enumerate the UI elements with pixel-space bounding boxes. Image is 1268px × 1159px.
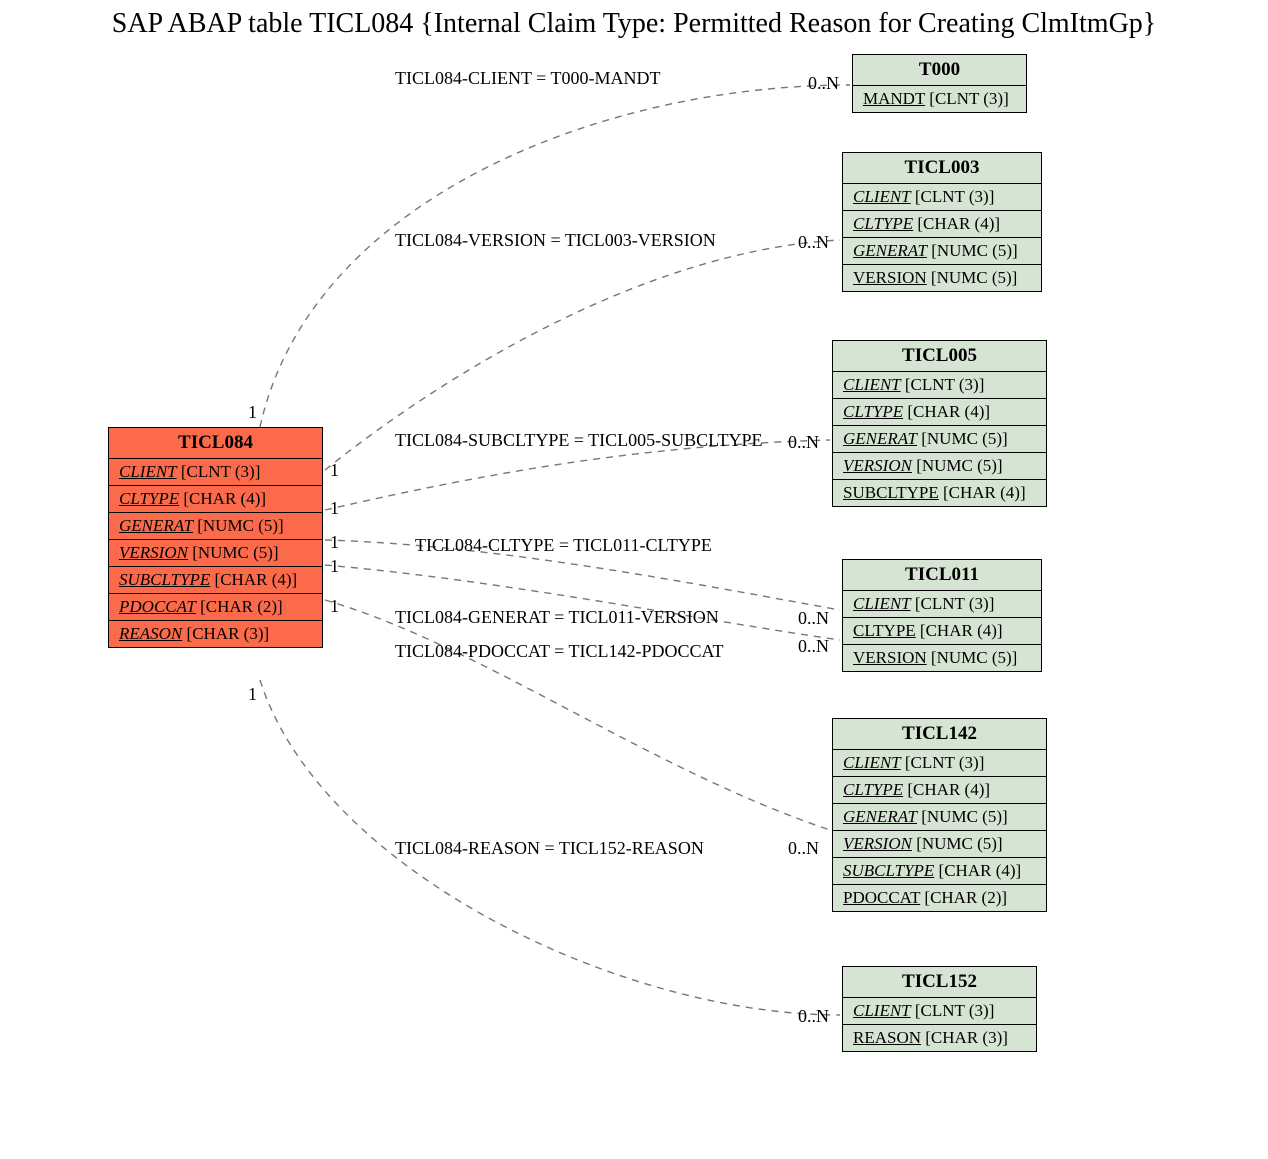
field-row: GENERAT [NUMC (5)] [843, 238, 1041, 265]
field-row: CLIENT [CLNT (3)] [109, 459, 322, 486]
edge-label: TICL084-PDOCCAT = TICL142-PDOCCAT [395, 641, 724, 662]
cardinality-right: 0..N [798, 232, 829, 253]
field-row: GENERAT [NUMC (5)] [109, 513, 322, 540]
field-row: CLIENT [CLNT (3)] [833, 750, 1046, 777]
cardinality-right: 0..N [798, 608, 829, 629]
field-row: CLTYPE [CHAR (4)] [833, 777, 1046, 804]
edge-label: TICL084-SUBCLTYPE = TICL005-SUBCLTYPE [395, 430, 763, 451]
cardinality-left: 1 [248, 402, 257, 423]
entity-ticl003: TICL003 CLIENT [CLNT (3)] CLTYPE [CHAR (… [842, 152, 1042, 292]
field-row: CLIENT [CLNT (3)] [843, 998, 1036, 1025]
field-row: VERSION [NUMC (5)] [843, 265, 1041, 291]
edge-label: TICL084-GENERAT = TICL011-VERSION [395, 607, 719, 628]
entity-ticl152: TICL152 CLIENT [CLNT (3)] REASON [CHAR (… [842, 966, 1037, 1052]
entity-header: TICL084 [109, 428, 322, 459]
field-row: CLTYPE [CHAR (4)] [843, 211, 1041, 238]
entity-header: TICL152 [843, 967, 1036, 998]
field-row: VERSION [NUMC (5)] [843, 645, 1041, 671]
field-row: CLIENT [CLNT (3)] [843, 184, 1041, 211]
entity-ticl142: TICL142 CLIENT [CLNT (3)] CLTYPE [CHAR (… [832, 718, 1047, 912]
edge-ticl142 [325, 600, 830, 830]
cardinality-right: 0..N [798, 636, 829, 657]
edge-label: TICL084-REASON = TICL152-REASON [395, 838, 704, 859]
field-row: CLTYPE [CHAR (4)] [109, 486, 322, 513]
field-row: PDOCCAT [CHAR (2)] [109, 594, 322, 621]
diagram-title: SAP ABAP table TICL084 {Internal Claim T… [0, 8, 1268, 40]
edge-label: TICL084-CLIENT = T000-MANDT [395, 68, 660, 89]
entity-header: T000 [853, 55, 1026, 86]
field-row: PDOCCAT [CHAR (2)] [833, 885, 1046, 911]
field-row: MANDT [CLNT (3)] [853, 86, 1026, 112]
field-row: VERSION [NUMC (5)] [109, 540, 322, 567]
cardinality-left: 1 [330, 532, 339, 553]
field-row: SUBCLTYPE [CHAR (4)] [833, 480, 1046, 506]
field-row: CLIENT [CLNT (3)] [843, 591, 1041, 618]
entity-ticl084: TICL084 CLIENT [CLNT (3)] CLTYPE [CHAR (… [108, 427, 323, 648]
field-row: CLTYPE [CHAR (4)] [843, 618, 1041, 645]
field-row: SUBCLTYPE [CHAR (4)] [833, 858, 1046, 885]
field-row: GENERAT [NUMC (5)] [833, 804, 1046, 831]
cardinality-left: 1 [330, 460, 339, 481]
cardinality-right: 0..N [808, 73, 839, 94]
field-row: GENERAT [NUMC (5)] [833, 426, 1046, 453]
cardinality-left: 1 [330, 498, 339, 519]
field-row: CLTYPE [CHAR (4)] [833, 399, 1046, 426]
cardinality-left: 1 [330, 556, 339, 577]
edge-t000 [260, 85, 850, 427]
entity-ticl005: TICL005 CLIENT [CLNT (3)] CLTYPE [CHAR (… [832, 340, 1047, 507]
edge-label: TICL084-VERSION = TICL003-VERSION [395, 230, 716, 251]
entity-header: TICL003 [843, 153, 1041, 184]
field-row: REASON [CHAR (3)] [843, 1025, 1036, 1051]
edge-label: TICL084-CLTYPE = TICL011-CLTYPE [415, 535, 712, 556]
cardinality-right: 0..N [788, 432, 819, 453]
edge-ticl011-version [325, 565, 840, 640]
entity-header: TICL005 [833, 341, 1046, 372]
cardinality-right: 0..N [798, 1006, 829, 1027]
cardinality-right: 0..N [788, 838, 819, 859]
field-row: SUBCLTYPE [CHAR (4)] [109, 567, 322, 594]
field-row: VERSION [NUMC (5)] [833, 831, 1046, 858]
field-row: VERSION [NUMC (5)] [833, 453, 1046, 480]
entity-header: TICL011 [843, 560, 1041, 591]
field-row: REASON [CHAR (3)] [109, 621, 322, 647]
entity-header: TICL142 [833, 719, 1046, 750]
entity-ticl011: TICL011 CLIENT [CLNT (3)] CLTYPE [CHAR (… [842, 559, 1042, 672]
field-row: CLIENT [CLNT (3)] [833, 372, 1046, 399]
entity-t000: T000 MANDT [CLNT (3)] [852, 54, 1027, 113]
cardinality-left: 1 [330, 596, 339, 617]
cardinality-left: 1 [248, 684, 257, 705]
